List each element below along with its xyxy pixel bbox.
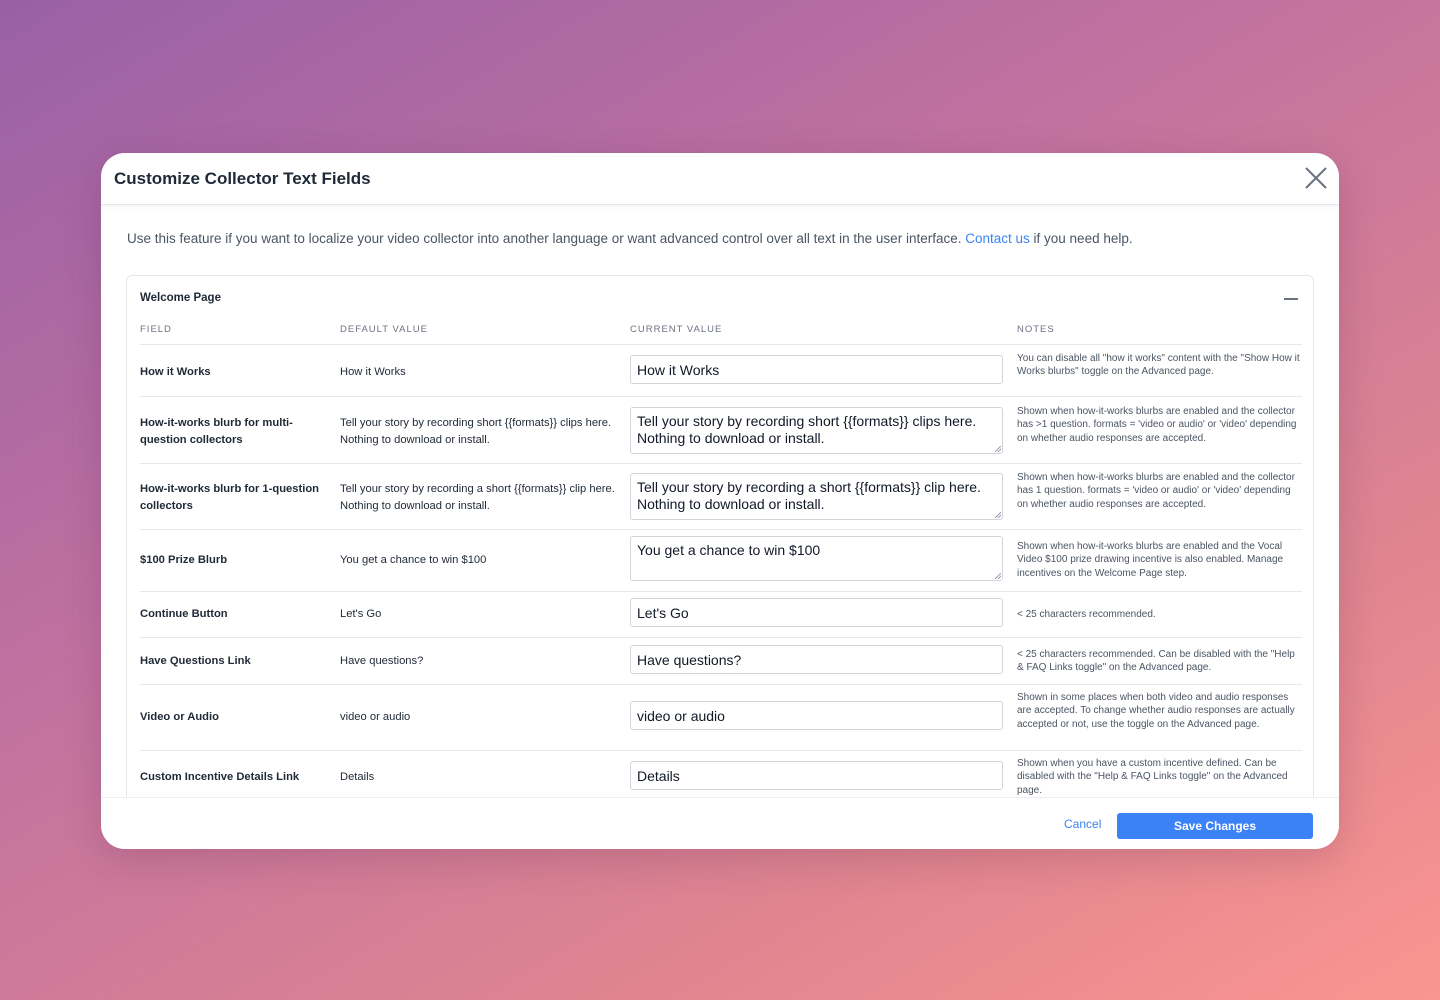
intro-text: Use this feature if you want to localize… xyxy=(127,231,1133,246)
customize-text-modal: Customize Collector Text Fields Use this… xyxy=(101,153,1339,849)
current-value-textarea[interactable]: Tell your story by recording short {{for… xyxy=(630,407,1003,454)
column-header-current-value: CURRENT VALUE xyxy=(630,324,723,335)
field-name: How-it-works blurb for multi-question co… xyxy=(140,417,293,446)
modal-body[interactable]: Use this feature if you want to localize… xyxy=(101,205,1339,797)
current-value-input[interactable] xyxy=(630,598,1003,627)
current-value-input[interactable] xyxy=(630,701,1003,730)
cancel-button[interactable]: Cancel xyxy=(1064,817,1101,831)
current-value-textarea-wrap: Tell your story by recording a short {{f… xyxy=(630,473,1003,520)
table-row: Video or Audio video or audio Shown in s… xyxy=(140,684,1302,750)
current-value-input[interactable] xyxy=(630,355,1003,384)
field-name: Video or Audio xyxy=(140,711,219,723)
table-row: How-it-works blurb for 1-question collec… xyxy=(140,463,1302,529)
close-button[interactable] xyxy=(1303,165,1329,191)
default-value: How it Works xyxy=(340,366,406,378)
column-header-default-value: DEFAULT VALUE xyxy=(340,324,428,335)
table-row: Have Questions Link Have questions? < 25… xyxy=(140,637,1302,684)
modal-title: Customize Collector Text Fields xyxy=(114,169,371,188)
resize-handle-icon[interactable] xyxy=(995,573,1001,579)
close-icon xyxy=(1305,167,1327,189)
welcome-page-section: Welcome Page FIELD DEFAULT VALUE CURRENT… xyxy=(126,275,1314,797)
current-value-input[interactable] xyxy=(630,761,1003,790)
resize-handle-icon[interactable] xyxy=(995,446,1001,452)
notes: Shown in some places when both video and… xyxy=(1017,692,1295,730)
notes: < 25 characters recommended. Can be disa… xyxy=(1017,649,1295,674)
table-row: Custom Incentive Details Link Details Sh… xyxy=(140,750,1302,797)
default-value: You get a chance to win $100 xyxy=(340,554,487,566)
current-value-textarea-wrap: You get a chance to win $100 xyxy=(630,536,1003,581)
collapse-icon[interactable] xyxy=(1284,298,1298,300)
field-name: Custom Incentive Details Link xyxy=(140,771,300,783)
table-row: Continue Button Let's Go < 25 characters… xyxy=(140,591,1302,637)
column-header-notes: NOTES xyxy=(1017,324,1055,335)
field-name: How it Works xyxy=(140,366,211,378)
column-header-field: FIELD xyxy=(140,324,172,335)
default-value: Tell your story by recording a short {{f… xyxy=(340,483,615,512)
resize-handle-icon[interactable] xyxy=(995,512,1001,518)
modal-header: Customize Collector Text Fields xyxy=(101,153,1339,205)
current-value-textarea[interactable]: You get a chance to win $100 xyxy=(630,536,1003,581)
field-name: Continue Button xyxy=(140,608,228,620)
current-value-textarea[interactable]: Tell your story by recording a short {{f… xyxy=(630,473,1003,520)
notes: < 25 characters recommended. xyxy=(1017,609,1156,620)
notes: Shown when how-it-works blurbs are enabl… xyxy=(1017,472,1295,510)
table-row: How-it-works blurb for multi-question co… xyxy=(140,396,1302,463)
notes: Shown when how-it-works blurbs are enabl… xyxy=(1017,406,1297,444)
current-value-textarea-wrap: Tell your story by recording short {{for… xyxy=(630,407,1003,454)
default-value: Let's Go xyxy=(340,608,382,620)
section-title: Welcome Page xyxy=(140,292,221,304)
current-value-input[interactable] xyxy=(630,645,1003,674)
field-name: $100 Prize Blurb xyxy=(140,554,228,566)
notes: Shown when how-it-works blurbs are enabl… xyxy=(1017,541,1284,579)
save-changes-button[interactable]: Save Changes xyxy=(1117,813,1313,839)
table-row: $100 Prize Blurb You get a chance to win… xyxy=(140,529,1302,591)
default-value: video or audio xyxy=(340,711,411,723)
default-value: Tell your story by recording short {{for… xyxy=(340,417,612,446)
field-name: How-it-works blurb for 1-question collec… xyxy=(140,483,319,512)
notes: Shown when you have a custom incentive d… xyxy=(1017,758,1288,796)
intro-text-after: if you need help. xyxy=(1029,231,1133,246)
field-name: Have Questions Link xyxy=(140,655,251,667)
notes: You can disable all "how it works" conte… xyxy=(1017,353,1300,378)
modal-footer: Cancel Save Changes xyxy=(101,797,1339,849)
default-value: Details xyxy=(340,771,375,783)
contact-us-link[interactable]: Contact us xyxy=(965,231,1030,246)
table-row: How it Works How it Works You can disabl… xyxy=(140,344,1302,396)
intro-text-before: Use this feature if you want to localize… xyxy=(127,231,966,246)
default-value: Have questions? xyxy=(340,655,424,667)
